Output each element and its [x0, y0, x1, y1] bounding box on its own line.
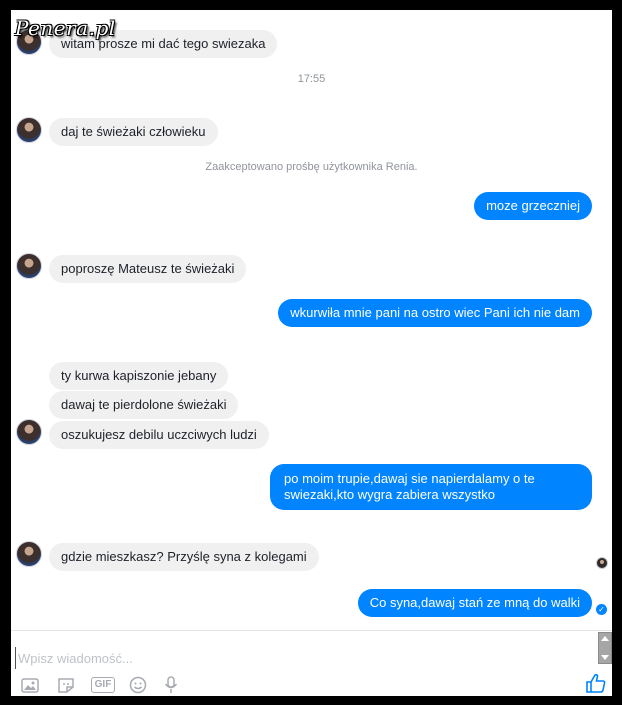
scroll-up-icon[interactable]	[601, 636, 609, 641]
outgoing-message: po moim trupie,dawaj sie napierdalamy o …	[270, 464, 592, 510]
gif-icon[interactable]: GIF	[90, 676, 116, 694]
scroll-down-icon[interactable]	[601, 655, 609, 660]
watermark: Penera.pl	[15, 16, 116, 40]
sticker-icon[interactable]	[55, 676, 77, 694]
incoming-message: ty kurwa kapiszonie jebany	[49, 362, 229, 390]
seen-indicator-avatar	[596, 557, 608, 569]
incoming-message: gdzie mieszkasz? Przyślę syna z kolegami	[49, 543, 319, 571]
system-message: Zaakceptowano prośbę użytkownika Renia.	[205, 161, 418, 173]
like-icon[interactable]	[585, 672, 607, 694]
gif-label: GIF	[91, 677, 115, 693]
message-input[interactable]	[15, 647, 590, 669]
scrollbar[interactable]	[598, 632, 612, 664]
timestamp: 17:55	[297, 73, 326, 85]
outgoing-message: Co syna,dawaj stań ze mną do walki	[357, 589, 592, 617]
chat-window: Penera.pl witam prosze mi dać tego swiez…	[11, 10, 612, 696]
incoming-message: oszukujesz debilu uczciwych ludzi	[49, 421, 269, 449]
microphone-icon[interactable]	[161, 676, 181, 694]
contact-avatar[interactable]	[16, 541, 42, 567]
photo-icon[interactable]	[19, 676, 41, 694]
delivered-check-icon: ✓	[596, 604, 607, 615]
incoming-message: dawaj te pierdolone świeżaki	[49, 391, 239, 419]
incoming-message: poproszę Mateusz te świeżaki	[49, 255, 247, 283]
incoming-message: daj te świeżaki człowieku	[49, 118, 218, 146]
contact-avatar[interactable]	[16, 419, 42, 445]
outgoing-message: moze grzeczniej	[474, 192, 592, 220]
contact-avatar[interactable]	[16, 253, 42, 279]
outgoing-message: wkurwiła mnie pani na ostro wiec Pani ic…	[278, 299, 592, 327]
contact-avatar[interactable]	[16, 117, 42, 143]
emoji-icon[interactable]	[127, 676, 149, 694]
